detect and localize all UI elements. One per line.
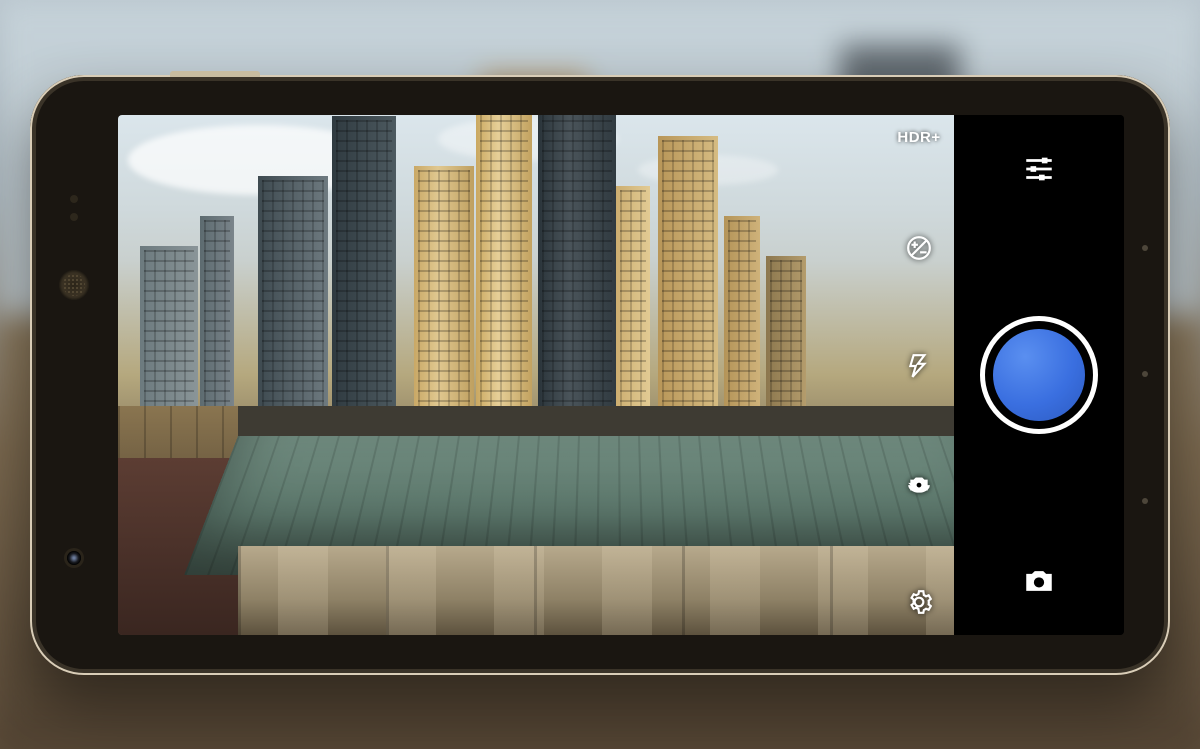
shutter-button-inner xyxy=(993,329,1085,421)
shutter-button[interactable] xyxy=(980,316,1098,434)
options-sliders-icon[interactable] xyxy=(1019,149,1059,189)
front-camera-lens xyxy=(67,551,81,565)
hdr-indicator[interactable]: HDR+ xyxy=(897,129,940,146)
camera-mode-icon[interactable] xyxy=(1019,561,1059,601)
screen: HDR+ xyxy=(118,115,1124,635)
camera-controls-bar xyxy=(954,115,1124,635)
camera-viewfinder[interactable]: HDR+ xyxy=(118,115,954,635)
exposure-compensation-icon[interactable] xyxy=(904,233,934,263)
phone-frame: HDR+ xyxy=(30,75,1170,675)
flash-icon[interactable] xyxy=(904,351,934,381)
settings-gear-icon[interactable] xyxy=(904,587,934,617)
power-button xyxy=(170,71,260,77)
android-nav-dots xyxy=(1140,75,1150,675)
viewfinder-overlay: HDR+ xyxy=(884,115,954,635)
speaker-grill xyxy=(59,270,89,300)
proximity-sensor xyxy=(70,195,78,203)
phone-bezel-left xyxy=(30,75,118,675)
switch-camera-icon[interactable] xyxy=(904,469,934,499)
